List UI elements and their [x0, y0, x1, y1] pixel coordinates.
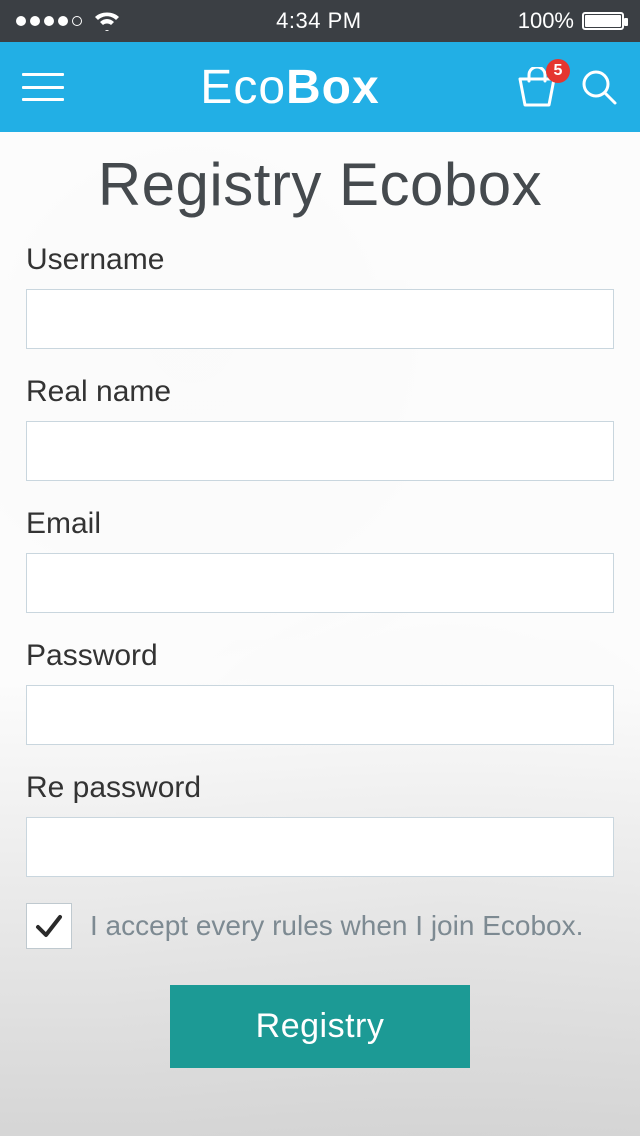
app-header: EcoBox 5 — [0, 42, 640, 132]
email-label: Email — [26, 507, 614, 541]
repassword-label: Re password — [26, 771, 614, 805]
password-label: Password — [26, 639, 614, 673]
signal-strength-icon — [16, 16, 82, 26]
realname-input[interactable] — [26, 421, 614, 481]
repassword-input[interactable] — [26, 817, 614, 877]
battery-percent: 100% — [518, 8, 574, 34]
brand-logo: EcoBox — [200, 60, 379, 115]
status-bar: 4:34 PM 100% — [0, 0, 640, 42]
realname-label: Real name — [26, 375, 614, 409]
cart-button[interactable]: 5 — [516, 67, 558, 107]
accept-checkbox[interactable] — [26, 903, 72, 949]
battery-icon — [582, 12, 624, 30]
username-input[interactable] — [26, 289, 614, 349]
status-time: 4:34 PM — [276, 8, 361, 34]
cart-badge: 5 — [546, 59, 570, 83]
submit-button[interactable]: Registry — [170, 985, 471, 1068]
accept-text: I accept every rules when I join Ecobox. — [90, 910, 583, 942]
menu-button[interactable] — [22, 73, 64, 101]
wifi-icon — [94, 11, 120, 31]
password-input[interactable] — [26, 685, 614, 745]
search-button[interactable] — [580, 68, 618, 106]
email-input[interactable] — [26, 553, 614, 613]
username-label: Username — [26, 243, 614, 277]
page-title: Registry Ecobox — [26, 150, 614, 219]
